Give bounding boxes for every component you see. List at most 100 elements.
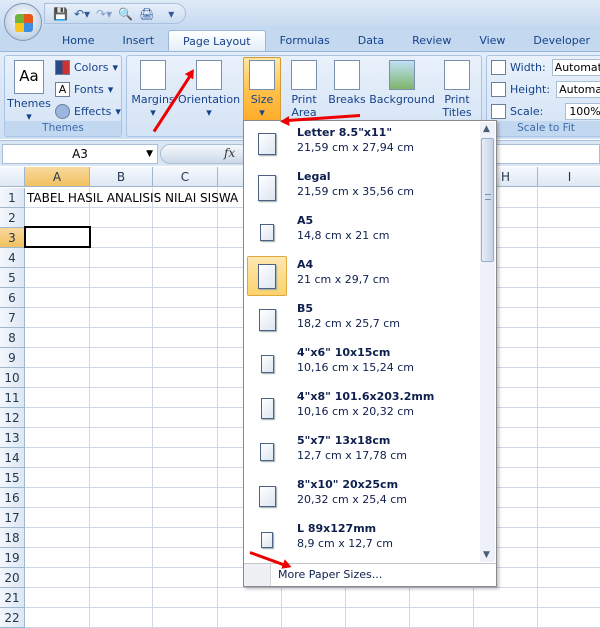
cell[interactable] (90, 388, 153, 408)
cell[interactable] (25, 348, 90, 368)
cell[interactable] (153, 508, 218, 528)
row-header[interactable]: 13 (0, 428, 25, 448)
menu-scrollbar[interactable]: ▲ ▼ (480, 122, 495, 562)
row-header[interactable]: 1 (0, 188, 25, 208)
cell[interactable] (538, 268, 600, 288)
print-titles-button[interactable]: Print Titles (437, 58, 477, 124)
cell[interactable] (153, 608, 218, 628)
row-header[interactable]: 20 (0, 568, 25, 588)
cell[interactable] (410, 608, 474, 628)
row-header[interactable]: 19 (0, 548, 25, 568)
orientation-button[interactable]: Orientation ▾ (177, 58, 241, 124)
height-select[interactable]: Automat (556, 81, 600, 98)
scale-input[interactable]: 100% (565, 103, 600, 120)
margins-button[interactable]: Margins ▾ (131, 58, 175, 124)
paper-size-item[interactable]: 8"x10" 20x25cm 20,32 cm x 25,4 cm (246, 474, 478, 518)
cell[interactable] (153, 548, 218, 568)
cell[interactable] (25, 208, 90, 228)
row-header[interactable]: 5 (0, 268, 25, 288)
cell[interactable] (153, 288, 218, 308)
cell[interactable] (538, 548, 600, 568)
row-header[interactable]: 11 (0, 388, 25, 408)
cell[interactable] (153, 228, 218, 248)
scroll-thumb[interactable] (481, 138, 494, 262)
column-header[interactable]: I (538, 167, 600, 187)
cell[interactable] (538, 228, 600, 248)
print-icon[interactable]: 🖨 (139, 7, 154, 21)
cell[interactable] (25, 488, 90, 508)
cell[interactable] (153, 248, 218, 268)
fonts-button[interactable]: A Fonts ▾ (55, 80, 113, 99)
paper-size-item[interactable]: Letter 8.5"x11" 21,59 cm x 27,94 cm (246, 122, 478, 166)
paper-size-item[interactable]: 5"x7" 13x18cm 12,7 cm x 17,78 cm (246, 430, 478, 474)
cell[interactable] (538, 288, 600, 308)
paper-size-item[interactable]: B5 18,2 cm x 25,7 cm (246, 298, 478, 342)
cell[interactable] (90, 508, 153, 528)
cell[interactable] (153, 588, 218, 608)
cell[interactable] (538, 588, 600, 608)
cell[interactable] (218, 588, 282, 608)
cell[interactable] (25, 548, 90, 568)
cell[interactable] (90, 368, 153, 388)
paper-size-item[interactable]: A5 14,8 cm x 21 cm (246, 210, 478, 254)
tab-insert[interactable]: Insert (108, 30, 168, 52)
row-header[interactable]: 4 (0, 248, 25, 268)
tab-view[interactable]: View (465, 30, 519, 52)
column-header[interactable]: B (90, 167, 153, 187)
cell[interactable] (90, 308, 153, 328)
themes-button[interactable]: Aa Themes ▾ (7, 58, 51, 124)
size-button[interactable]: Size ▾ (243, 57, 281, 125)
paper-size-item[interactable]: 4"x6" 10x15cm 10,16 cm x 15,24 cm (246, 342, 478, 386)
tab-home[interactable]: Home (48, 30, 108, 52)
cell[interactable] (153, 388, 218, 408)
cell[interactable] (90, 468, 153, 488)
cell[interactable] (90, 248, 153, 268)
cell[interactable] (90, 548, 153, 568)
cell[interactable] (218, 608, 282, 628)
cell[interactable] (153, 428, 218, 448)
cell[interactable] (282, 588, 346, 608)
cell[interactable] (25, 328, 90, 348)
cell[interactable] (25, 368, 90, 388)
row-header[interactable]: 6 (0, 288, 25, 308)
cell[interactable] (474, 588, 538, 608)
cell[interactable] (538, 508, 600, 528)
tab-review[interactable]: Review (398, 30, 465, 52)
cell[interactable] (153, 448, 218, 468)
cell[interactable] (410, 588, 474, 608)
row-header[interactable]: 8 (0, 328, 25, 348)
scroll-down-icon[interactable]: ▼ (483, 550, 490, 560)
cell[interactable] (25, 408, 90, 428)
cell[interactable] (538, 248, 600, 268)
cell[interactable] (538, 388, 600, 408)
row-header[interactable]: 2 (0, 208, 25, 228)
redo-icon[interactable]: ↷▾ (96, 7, 112, 21)
cell[interactable] (90, 348, 153, 368)
cell[interactable] (25, 568, 90, 588)
tab-developer[interactable]: Developer (519, 30, 600, 52)
cell[interactable] (25, 428, 90, 448)
cell[interactable] (538, 368, 600, 388)
cell[interactable] (25, 608, 90, 628)
cell[interactable] (538, 208, 600, 228)
name-box[interactable]: A3 ▼ (2, 144, 158, 164)
cell[interactable] (538, 568, 600, 588)
active-cell[interactable] (24, 226, 91, 248)
cell[interactable] (153, 208, 218, 228)
cell[interactable] (282, 608, 346, 628)
cell[interactable] (90, 208, 153, 228)
cell[interactable] (90, 328, 153, 348)
cell[interactable] (90, 228, 153, 248)
row-header[interactable]: 12 (0, 408, 25, 428)
cell[interactable] (25, 468, 90, 488)
tab-data[interactable]: Data (344, 30, 398, 52)
tab-formulas[interactable]: Formulas (266, 30, 344, 52)
undo-icon[interactable]: ↶▾ (74, 7, 90, 21)
cell[interactable] (153, 528, 218, 548)
cell[interactable] (538, 528, 600, 548)
save-icon[interactable]: 💾 (53, 7, 68, 21)
select-all-corner[interactable] (0, 167, 25, 187)
print-preview-icon[interactable]: 🔍 (118, 7, 133, 21)
cell[interactable] (538, 428, 600, 448)
row-header[interactable]: 3 (0, 228, 25, 248)
